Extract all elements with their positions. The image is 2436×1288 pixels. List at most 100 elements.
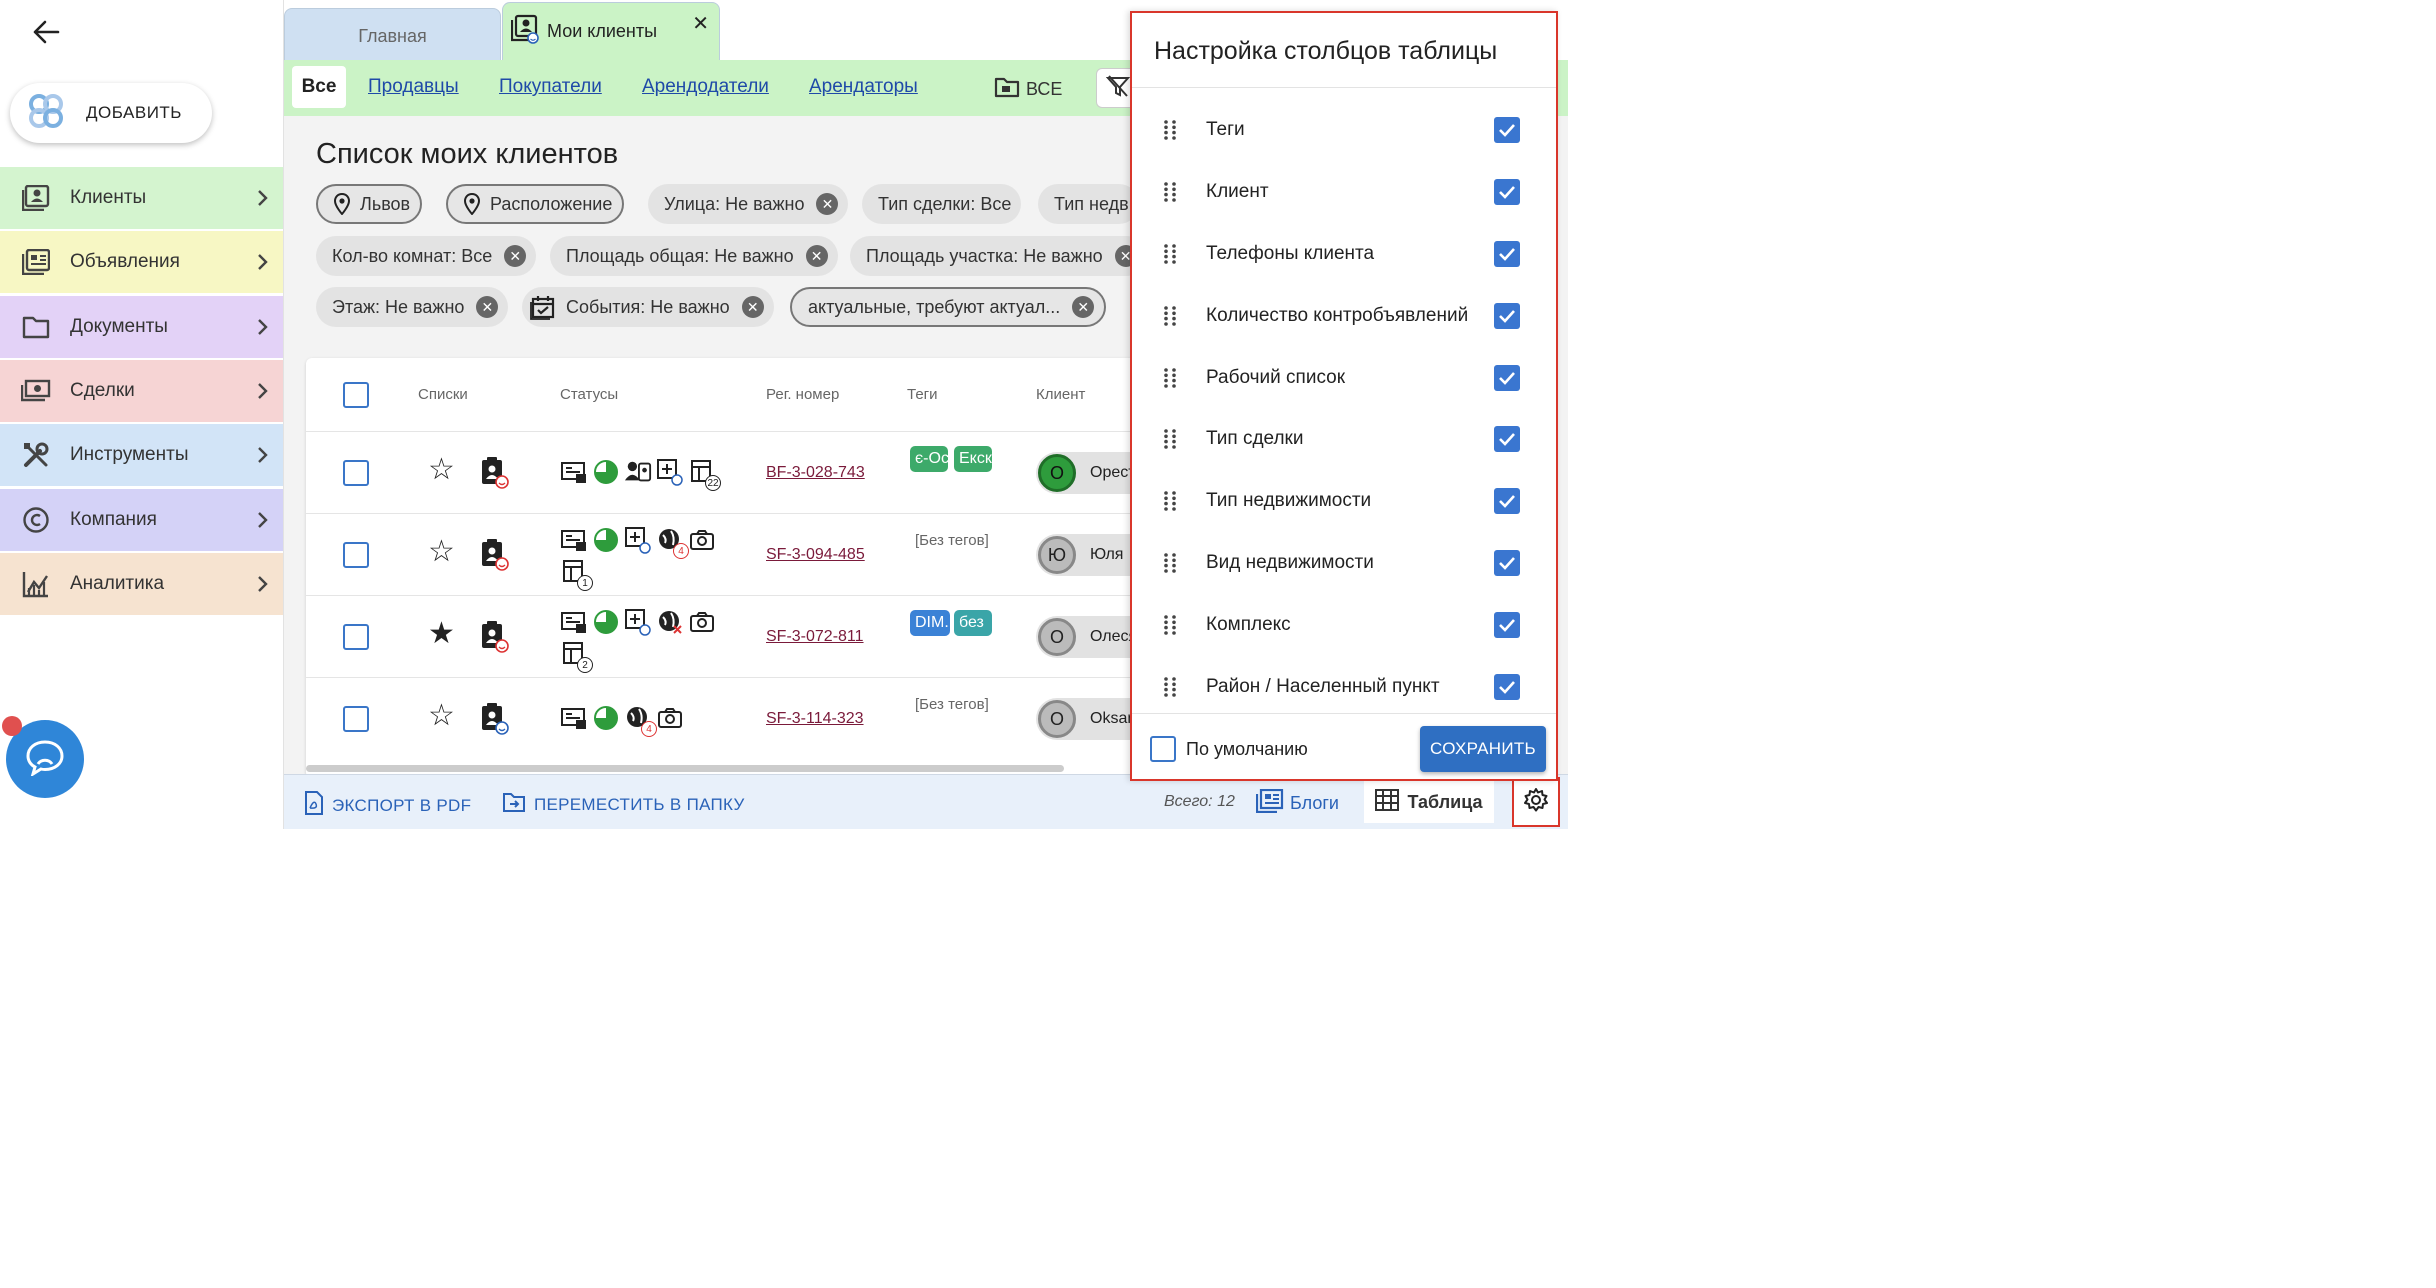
reg-number-link[interactable]: SF-3-072-811 [766,628,864,646]
column-checkbox[interactable] [1494,488,1520,514]
column-item[interactable]: Теги [1132,99,1556,161]
column-item[interactable]: Телефоны клиента [1132,223,1556,285]
back-arrow-icon[interactable] [28,14,64,50]
column-checkbox[interactable] [1494,612,1520,638]
chip-total-area[interactable]: Площадь общая: Не важно ✕ [550,236,838,276]
star-filled-icon[interactable]: ★ [428,616,455,651]
default-checkbox[interactable] [1150,736,1176,762]
view-blogs-button[interactable]: Блоги [1255,788,1339,818]
chip-deal-type[interactable]: Тип сделки: Все [862,184,1022,224]
chip-property-type[interactable]: Тип недв [1038,184,1139,224]
chip-remove-icon[interactable]: ✕ [805,245,828,267]
row-checkbox[interactable] [343,706,369,732]
drag-handle-icon[interactable] [1160,613,1180,637]
column-item[interactable]: Тип сделки [1132,408,1556,470]
chip-remove-icon[interactable]: ✕ [476,296,499,318]
notification-dot [2,716,22,736]
export-pdf-button[interactable]: ЭКСПОРТ В PDF [304,791,471,820]
drag-handle-icon[interactable] [1160,304,1180,328]
column-item[interactable]: Рабочий список [1132,347,1556,409]
reg-number-link[interactable]: BF-3-028-743 [766,464,865,482]
subtab-sellers[interactable]: Продавцы [368,76,459,98]
sidebar-item-company[interactable]: Компания [0,489,283,551]
drag-handle-icon[interactable] [1160,180,1180,204]
subtab-buyers[interactable]: Покупатели [499,76,602,98]
sidebar-item-documents[interactable]: Документы [0,296,283,358]
column-item[interactable]: Район / Населенный пункт [1132,656,1556,718]
sidebar-item-clients[interactable]: Клиенты [0,167,283,229]
chip-floor[interactable]: Этаж: Не важно ✕ [316,287,509,327]
move-to-folder-button[interactable]: ПЕРЕМЕСТИТЬ В ПАПКУ [502,791,745,818]
save-button[interactable]: СОХРАНИТЬ [1420,726,1546,772]
subtab-tenants[interactable]: Арендаторы [809,76,918,98]
drag-handle-icon[interactable] [1160,118,1180,142]
column-checkbox[interactable] [1494,674,1520,700]
column-checkbox[interactable] [1494,117,1520,143]
subtab-all[interactable]: Все [292,66,346,108]
add-button[interactable]: ДОБАВИТЬ [10,83,212,143]
chip-remove-icon[interactable]: ✕ [1072,296,1095,318]
star-outline-icon[interactable]: ☆ [428,698,455,733]
header-client: Клиент [1036,386,1086,403]
drag-handle-icon[interactable] [1160,366,1180,390]
column-settings-button[interactable] [1512,777,1560,827]
add-listing-icon [624,608,652,636]
chip-remove-icon[interactable]: ✕ [816,193,839,215]
column-label: Район / Населенный пункт [1206,676,1440,697]
row-checkbox[interactable] [343,460,369,486]
sidebar-item-deals[interactable]: Сделки [0,360,283,422]
sidebar-item-listings[interactable]: Объявления [0,231,283,293]
drag-handle-icon[interactable] [1160,242,1180,266]
clipboard-client-icon[interactable] [480,456,510,495]
column-checkbox[interactable] [1494,550,1520,576]
reg-number-link[interactable]: SF-3-114-323 [766,710,864,728]
star-outline-icon[interactable]: ☆ [428,534,455,569]
folder-filter-button[interactable]: ВСЕ [994,76,1062,103]
chip-rooms[interactable]: Кол-во комнат: Все ✕ [316,236,537,276]
column-checkbox[interactable] [1494,303,1520,329]
blogs-icon [1255,788,1284,818]
column-item[interactable]: Комплекс [1132,594,1556,656]
move-to-folder-label: ПЕРЕМЕСТИТЬ В ПАПКУ [534,794,745,814]
chip-street[interactable]: Улица: Не важно ✕ [648,184,849,224]
column-checkbox[interactable] [1494,426,1520,452]
chip-location[interactable]: Расположение [446,184,625,224]
clipboard-client-icon[interactable] [480,620,510,659]
pie-progress-icon [592,704,620,732]
row-checkbox[interactable] [343,542,369,568]
tab-my-clients[interactable]: Мои клиенты ✕ [502,2,720,60]
column-item[interactable]: Количество контробъявлений [1132,285,1556,347]
column-item[interactable]: Тип недвижимости [1132,470,1556,532]
star-outline-icon[interactable]: ☆ [428,452,455,487]
chip-city[interactable]: Львов [316,184,423,224]
chip-remove-icon[interactable]: ✕ [741,296,764,318]
horizontal-scrollbar[interactable] [306,765,1064,772]
select-all-checkbox[interactable] [343,382,369,408]
chip-events[interactable]: События: Не важно ✕ [522,287,774,327]
drag-handle-icon[interactable] [1160,675,1180,699]
chip-remove-icon[interactable]: ✕ [504,245,527,267]
reg-number-link[interactable]: SF-3-094-485 [766,546,865,564]
column-checkbox[interactable] [1494,179,1520,205]
table-icon [1375,788,1400,816]
column-item[interactable]: Клиент [1132,161,1556,223]
drag-handle-icon[interactable] [1160,427,1180,451]
sidebar-item-analytics[interactable]: Аналитика [0,553,283,615]
clipboard-client-icon[interactable] [480,702,510,741]
view-table-button[interactable]: Таблица [1364,781,1494,823]
close-icon[interactable]: ✕ [692,11,709,36]
column-item[interactable]: Вид недвижимости [1132,532,1556,594]
subtab-landlords[interactable]: Арендодатели [642,76,769,98]
drag-handle-icon[interactable] [1160,489,1180,513]
sidebar-item-tools[interactable]: Инструменты [0,424,283,486]
drag-handle-icon[interactable] [1160,551,1180,575]
chip-plot-area[interactable]: Площадь участка: Не важно ✕ [850,236,1147,276]
chip-status[interactable]: актуальные, требуют актуал... ✕ [790,287,1107,327]
clipboard-client-icon[interactable] [480,538,510,577]
pie-progress-icon [592,526,620,554]
column-settings-panel: Настройка столбцов таблицы Теги Клиент Т… [1130,11,1558,781]
column-checkbox[interactable] [1494,365,1520,391]
column-checkbox[interactable] [1494,241,1520,267]
tab-home[interactable]: Главная [284,8,501,60]
row-checkbox[interactable] [343,624,369,650]
